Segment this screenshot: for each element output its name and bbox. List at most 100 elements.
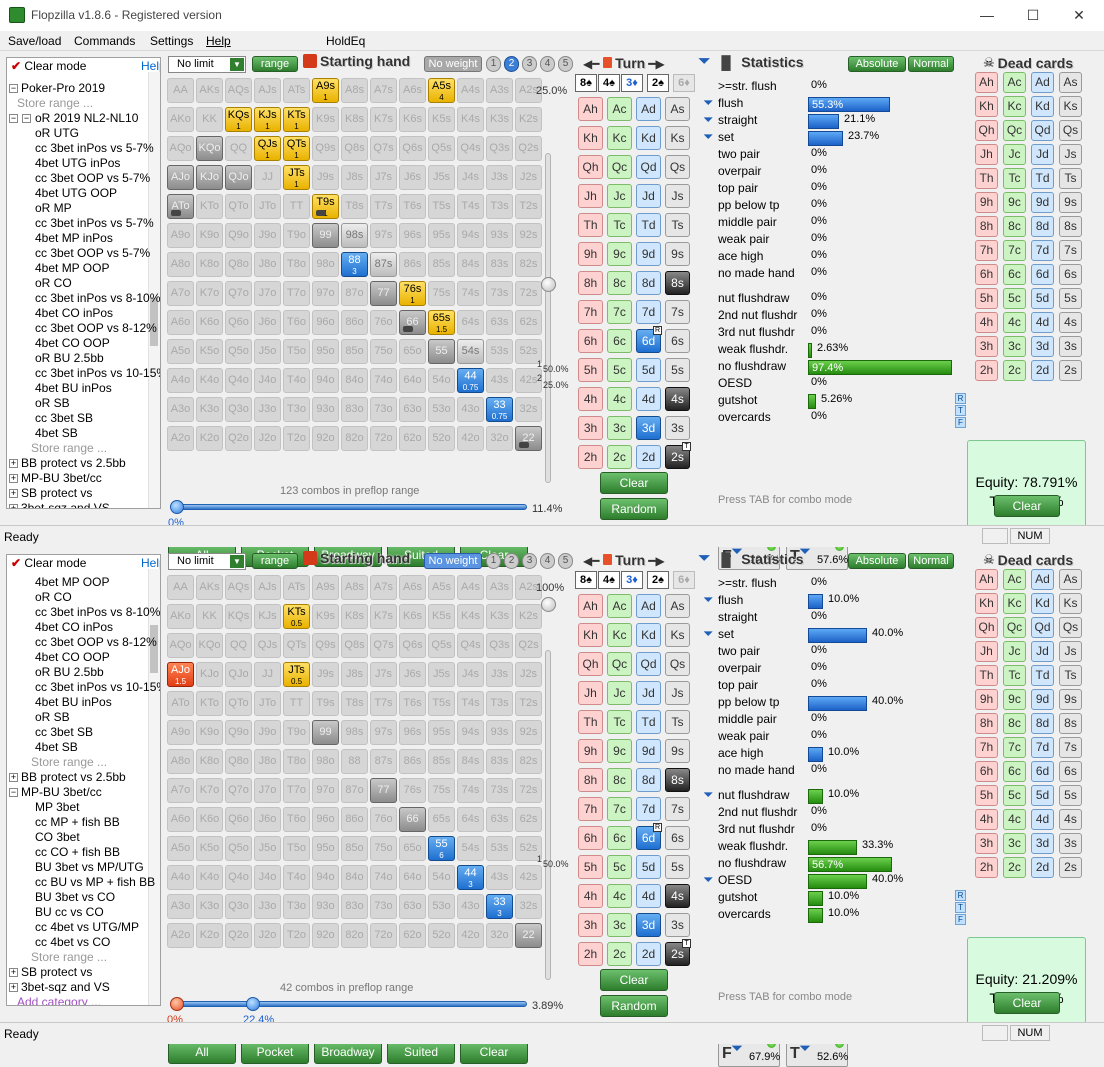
hand-cell-Q7s[interactable]: Q7s [370,633,397,658]
hand-cell-32o[interactable]: 32o [486,923,513,948]
deck-card-2s[interactable]: 2s T [665,939,691,966]
hand-cell-KTs[interactable]: KTs 0.5 [283,604,310,629]
tree-item[interactable]: cc 3bet inPos vs 5-7% [35,141,154,155]
stat-label[interactable]: flush [718,96,743,110]
deck-card-9d[interactable]: 9d [636,242,661,266]
stat-label[interactable]: OESD [718,873,752,887]
filter-funnel-icon[interactable]: ⏷ [703,872,713,888]
deck-card-4d[interactable]: 4d [636,387,661,411]
hand-cell-TT[interactable]: TT [283,691,310,716]
tree-item[interactable]: cc 3bet inPos vs 8-10% [35,291,160,305]
tree-item[interactable]: oR BU 2.5bb [35,665,104,679]
deck-card-9c[interactable]: 9c [607,739,632,763]
hand-cell-AKs[interactable]: AKs [196,78,223,103]
deck-card-6s[interactable]: 6s [665,329,690,353]
hand-cell-Q9s[interactable]: Q9s [312,633,339,658]
deck-card-Qs[interactable]: Qs [665,155,690,179]
normal-button[interactable]: Normal [908,553,954,569]
hand-cell-A8s[interactable]: A8s [341,78,368,103]
tree-item[interactable]: oR SB [35,710,70,724]
dead-card-4h[interactable]: 4h [975,312,998,333]
stat-label[interactable]: weak pair [718,232,769,246]
deck-card-3s[interactable]: 3s [665,913,690,937]
hand-cell-73o[interactable]: 73o [370,397,397,422]
absolute-button[interactable]: Absolute [848,553,906,569]
dead-card-3s[interactable]: 3s [1059,336,1082,357]
hand-cell-KTs[interactable]: KTs 1 [283,107,310,132]
dead-card-9s[interactable]: 9s [1059,192,1082,213]
hand-cell-Q4o[interactable]: Q4o [225,368,252,393]
deck-card-5c[interactable]: 5c [607,358,632,382]
hand-cell-74s[interactable]: 74s [457,281,484,306]
hand-cell-94o[interactable]: 94o [312,368,339,393]
hand-cell-K2s[interactable]: K2s [515,604,542,629]
hand-cell-T7s[interactable]: T7s [370,194,397,219]
hand-cell-93o[interactable]: 93o [312,397,339,422]
hand-cell-J8o[interactable]: J8o [254,252,281,277]
hand-cell-J8s[interactable]: J8s [341,165,368,190]
hand-cell-T2s[interactable]: T2s [515,194,542,219]
deck-card-Qc[interactable]: Qc [607,652,632,676]
weight-button-3[interactable]: 3 [522,56,537,72]
hand-cell-T2o[interactable]: T2o [283,923,310,948]
dead-card-Kd[interactable]: Kd [1031,96,1054,117]
hand-cell-KQs[interactable]: KQs 1 [225,107,252,132]
hand-cell-A6s[interactable]: A6s [399,78,426,103]
filter-funnel-icon[interactable]: ⏷ [698,550,711,568]
dead-card-5d[interactable]: 5d [1031,288,1054,309]
stat-label[interactable]: pp below tp [718,198,779,212]
deck-card-3d[interactable]: 3d [636,416,661,440]
hand-cell-Q9s[interactable]: Q9s [312,136,339,161]
dead-card-Qs[interactable]: Qs [1059,120,1082,141]
stat-label[interactable]: weak flushdr. [718,342,788,356]
dead-card-7h[interactable]: 7h [975,737,998,758]
hand-cell-53o[interactable]: 53o [428,397,455,422]
tree-item[interactable]: Poker-Pro 2019 [21,81,105,95]
hand-cell-K5o[interactable]: K5o [196,339,223,364]
tree-item[interactable]: cc 4bet vs UTG/MP [35,920,139,934]
deck-card-Ts[interactable]: Ts [665,710,690,734]
hand-cell-J9s[interactable]: J9s [312,662,339,687]
tree-item[interactable]: cc BU vs MP + fish BB [35,875,155,889]
hand-cell-96s[interactable]: 96s [399,720,426,745]
stat-label[interactable]: gutshot [718,890,757,904]
hand-cell-75s[interactable]: 75s [428,281,455,306]
dead-card-6h[interactable]: 6h [975,264,998,285]
hand-cell-88[interactable]: 88 [341,749,368,774]
board-card-1[interactable]: 4♠ [598,74,620,92]
hand-cell-97o[interactable]: 97o [312,778,339,803]
normal-button[interactable]: Normal [908,56,954,72]
hand-cell-Q6o[interactable]: Q6o [225,807,252,832]
dead-card-Ts[interactable]: Ts [1059,665,1082,686]
dead-card-6d[interactable]: 6d [1031,761,1054,782]
dead-card-Qs[interactable]: Qs [1059,617,1082,638]
hand-cell-A5o[interactable]: A5o [167,339,194,364]
stat-label[interactable]: OESD [718,376,752,390]
absolute-button[interactable]: Absolute [848,56,906,72]
hand-cell-76s[interactable]: 76s 1 [399,281,426,306]
hand-cell-J4o[interactable]: J4o [254,865,281,890]
hand-cell-J5s[interactable]: J5s [428,662,455,687]
deck-card-Ad[interactable]: Ad [636,594,661,618]
hand-cell-T9o[interactable]: T9o [283,720,310,745]
stat-label[interactable]: middle pair [718,712,777,726]
deck-card-5h[interactable]: 5h [578,855,603,879]
menu-settings[interactable]: Settings [150,34,193,48]
dead-card-As[interactable]: As [1059,72,1082,93]
tree-item[interactable]: cc 3bet OOP vs 8-12% [35,321,157,335]
dead-card-Ts[interactable]: Ts [1059,168,1082,189]
no-weight-button[interactable]: No weight [424,56,482,72]
hand-cell-T7o[interactable]: T7o [283,778,310,803]
tree-scroll-thumb[interactable] [150,625,158,673]
hand-cell-33[interactable]: 33 3 [486,894,513,919]
stat-label[interactable]: no flushdraw [718,856,786,870]
deck-card-Qd[interactable]: Qd [636,652,661,676]
hand-cell-83o[interactable]: 83o [341,397,368,422]
hand-cell-A9o[interactable]: A9o [167,720,194,745]
hand-cell-KQs[interactable]: KQs [225,604,252,629]
deck-card-Kc[interactable]: Kc [607,126,632,150]
stat-label[interactable]: nut flushdraw [718,291,789,305]
dead-card-3d[interactable]: 3d [1031,833,1054,854]
suited-button[interactable]: Suited [387,1041,455,1064]
dead-card-6c[interactable]: 6c [1003,264,1026,285]
